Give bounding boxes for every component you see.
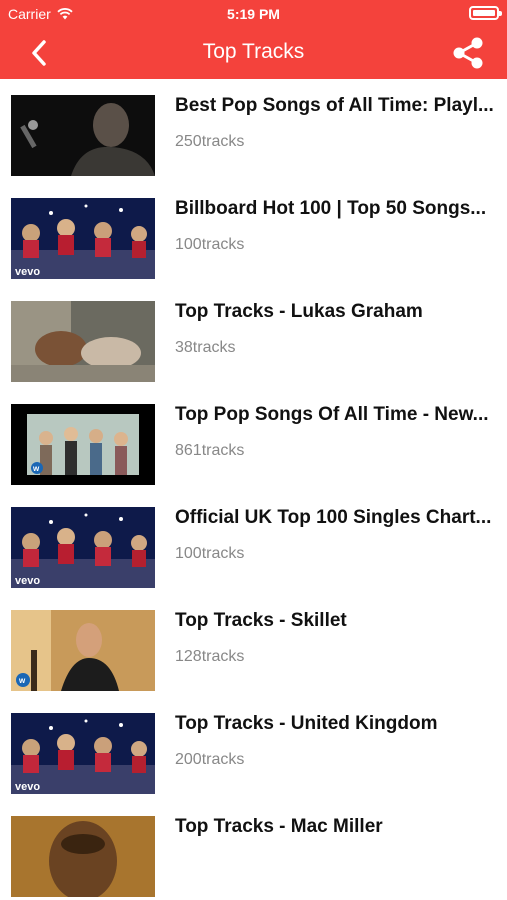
- svg-text:w: w: [32, 464, 40, 473]
- playlist-thumbnail: w: [11, 610, 155, 691]
- playlist-title: Best Pop Songs of All Time: Playl...: [175, 95, 494, 116]
- playlist-track-count: 250tracks: [175, 133, 245, 150]
- share-button[interactable]: [449, 34, 487, 72]
- playlist-track-count: 100tracks: [175, 545, 245, 562]
- playlist-thumbnail: vevo: [11, 713, 155, 794]
- playlist-row[interactable]: vevo Billboard Hot 100 | Top 50 Songs... 1…: [0, 182, 507, 285]
- playlist-row[interactable]: vevo Official UK Top 100 Singles Chart...…: [0, 491, 507, 594]
- nav-bar: Top Tracks: [0, 28, 507, 79]
- svg-text:vevo: vevo: [15, 266, 40, 278]
- playlist-thumbnail: [11, 95, 155, 176]
- playlist-thumbnail: w: [11, 404, 155, 485]
- page-title: Top Tracks: [202, 40, 305, 63]
- svg-text:vevo: vevo: [15, 781, 40, 793]
- battery-icon: [469, 6, 502, 20]
- status-time: 5:19 PM: [227, 6, 280, 22]
- svg-text:vevo: vevo: [15, 575, 40, 587]
- playlist-track-count: 200tracks: [175, 751, 245, 768]
- playlist-row[interactable]: Top Tracks - Lukas Graham 38tracks: [0, 285, 507, 388]
- playlist-row[interactable]: w Top Tracks - Skillet 128tracks: [0, 594, 507, 697]
- playlist-title: Billboard Hot 100 | Top 50 Songs...: [175, 198, 487, 219]
- playlist-thumbnail: [11, 816, 155, 897]
- playlist-row[interactable]: Best Pop Songs of All Time: Playl... 250t…: [0, 79, 507, 182]
- playlist-thumbnail: [11, 301, 155, 382]
- playlist-track-count: 128tracks: [175, 648, 245, 665]
- playlist-thumbnail: vevo: [11, 507, 155, 588]
- playlist-row[interactable]: Top Tracks - Mac Miller: [0, 800, 507, 900]
- playlist-thumbnail: vevo: [11, 198, 155, 279]
- playlist-title: Top Pop Songs Of All Time - New...: [175, 404, 489, 425]
- share-icon: [453, 37, 483, 69]
- status-bar: Carrier 5:19 PM: [0, 0, 507, 28]
- playlist-list[interactable]: Best Pop Songs of All Time: Playl... 250t…: [0, 79, 507, 900]
- playlist-track-count: 861tracks: [175, 442, 245, 459]
- svg-text:w: w: [18, 676, 26, 685]
- playlist-track-count: 38tracks: [175, 339, 236, 356]
- playlist-title: Top Tracks - Skillet: [175, 610, 347, 631]
- playlist-track-count: 100tracks: [175, 236, 245, 253]
- playlist-row[interactable]: w Top Pop Songs Of All Time - New... 861tr…: [0, 388, 507, 491]
- playlist-title: Top Tracks - Mac Miller: [175, 816, 383, 837]
- playlist-row[interactable]: vevo Top Tracks - United Kingdom 200tracks: [0, 697, 507, 800]
- app-header: Carrier 5:19 PM Top Tracks: [0, 0, 507, 79]
- playlist-title: Top Tracks - United Kingdom: [175, 713, 438, 734]
- playlist-title: Official UK Top 100 Singles Chart...: [175, 507, 492, 528]
- playlist-title: Top Tracks - Lukas Graham: [175, 301, 423, 322]
